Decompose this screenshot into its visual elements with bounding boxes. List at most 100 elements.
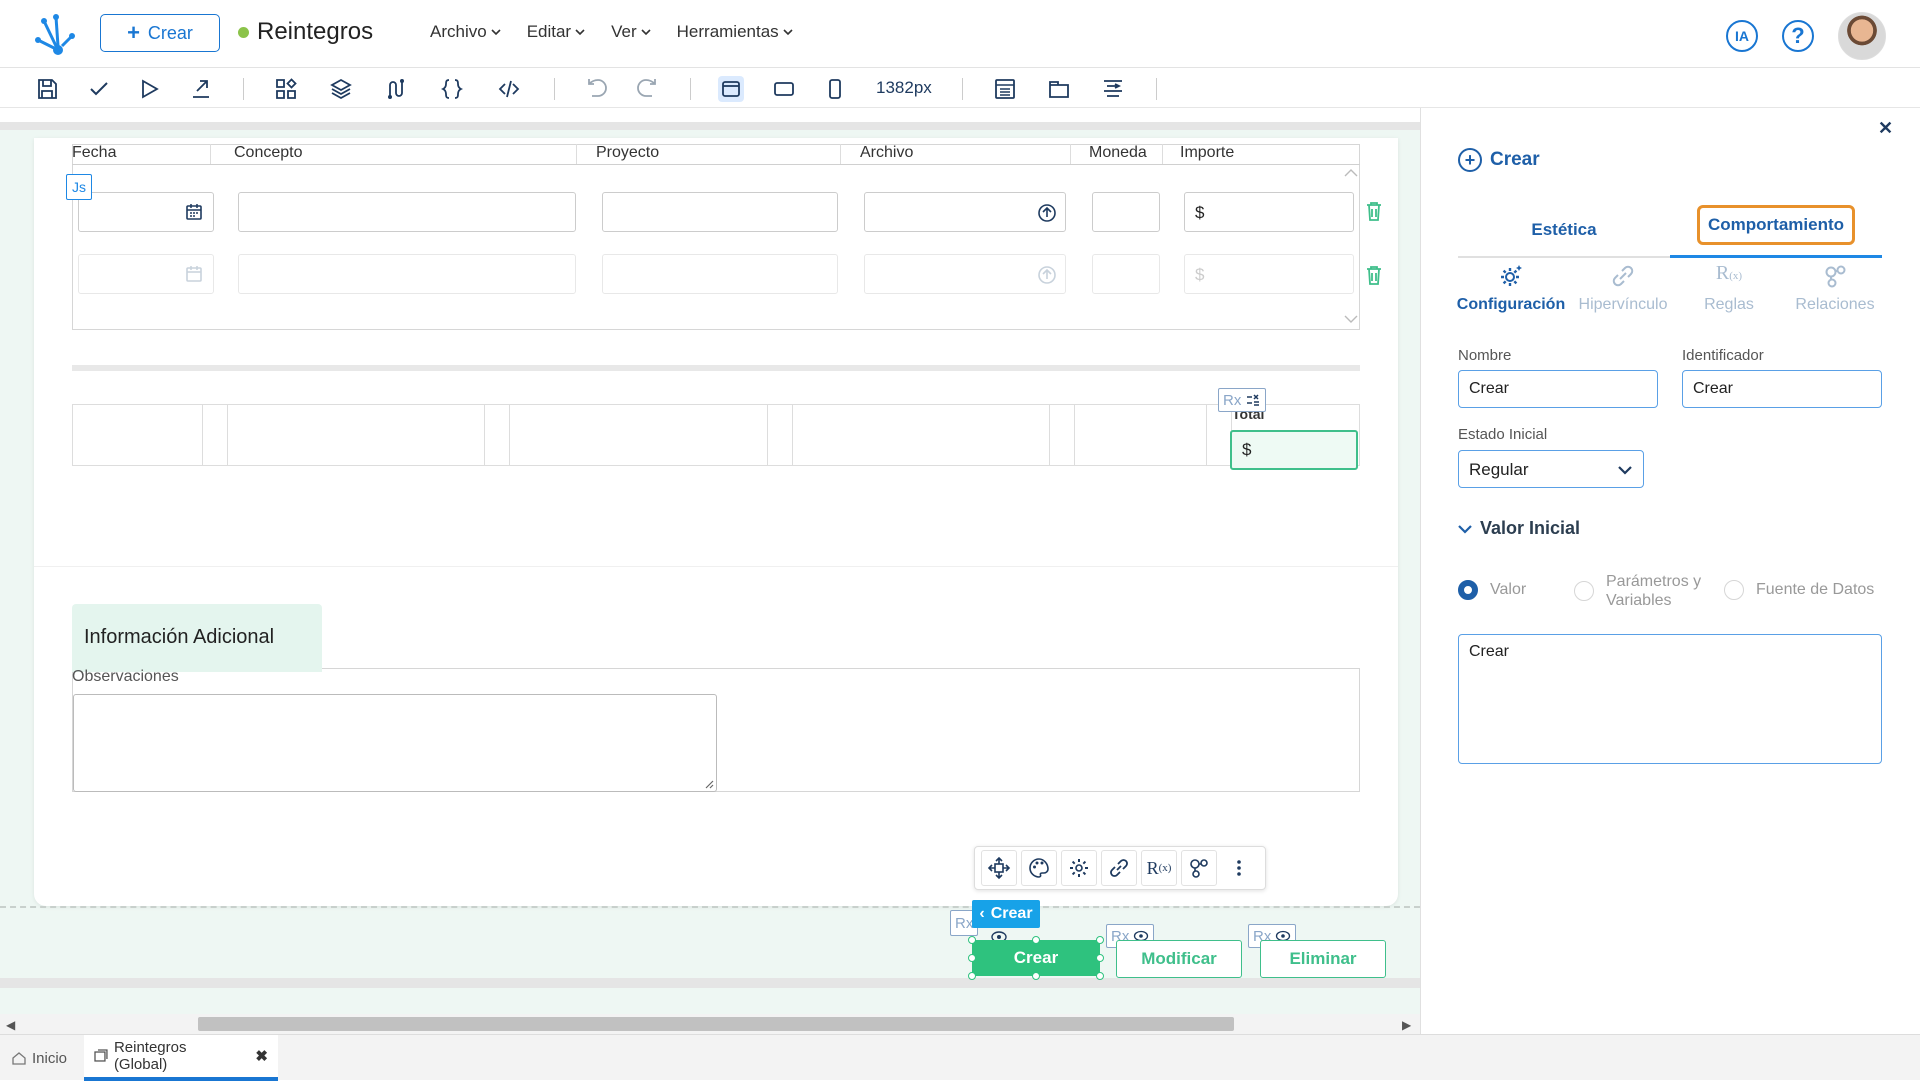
- crear-button[interactable]: Crear: [972, 940, 1100, 976]
- palette-icon[interactable]: [1021, 850, 1057, 886]
- close-panel-icon[interactable]: ✕: [1878, 118, 1893, 139]
- radio-valor[interactable]: Valor: [1458, 580, 1526, 600]
- zoom-level[interactable]: 1382px: [876, 78, 932, 98]
- help-icon[interactable]: ?: [1782, 20, 1814, 52]
- mobile-view-icon[interactable]: [822, 76, 848, 102]
- menu-archivo[interactable]: Archivo: [430, 22, 501, 42]
- project-field[interactable]: [602, 192, 838, 232]
- radio-fuente[interactable]: Fuente de Datos: [1724, 580, 1874, 600]
- play-icon[interactable]: [136, 76, 162, 102]
- editor-toolbar: [0, 68, 1920, 108]
- undo-icon[interactable]: [584, 76, 610, 102]
- move-icon[interactable]: [981, 850, 1017, 886]
- scroll-up-icon[interactable]: [1344, 168, 1358, 178]
- tab-inicio[interactable]: Inicio: [2, 1035, 77, 1081]
- currency-field-empty[interactable]: [1092, 254, 1160, 294]
- valor-textarea[interactable]: Crear: [1458, 634, 1882, 764]
- js-tag[interactable]: Js: [66, 174, 92, 200]
- col-divider: [840, 144, 841, 164]
- currency-field[interactable]: [1092, 192, 1160, 232]
- menu-editar[interactable]: Editar: [527, 22, 585, 42]
- settings-gear-icon[interactable]: [1061, 850, 1097, 886]
- modificar-button[interactable]: Modificar: [1116, 940, 1242, 978]
- ai-assistant-icon[interactable]: IA: [1726, 20, 1758, 52]
- observations-textarea[interactable]: [73, 694, 717, 792]
- valor-inicial-header[interactable]: Valor Inicial: [1458, 518, 1580, 539]
- file-upload-field[interactable]: [864, 192, 1066, 232]
- align-icon[interactable]: [1100, 76, 1126, 102]
- redo-icon[interactable]: [634, 76, 660, 102]
- calendar-icon[interactable]: [185, 203, 203, 221]
- tab-estetica[interactable]: Estética: [1458, 210, 1670, 250]
- desktop-view-icon[interactable]: [718, 76, 744, 102]
- components-icon[interactable]: [273, 76, 299, 102]
- identificador-input[interactable]: Crear: [1682, 370, 1882, 408]
- subtab-hipervinculo[interactable]: Hipervínculo: [1568, 262, 1678, 324]
- date-field-empty[interactable]: [78, 254, 214, 294]
- resize-handle[interactable]: [1096, 954, 1104, 962]
- resize-handle[interactable]: [1096, 972, 1104, 980]
- user-avatar[interactable]: [1838, 12, 1886, 60]
- nombre-input[interactable]: Crear: [1458, 370, 1658, 408]
- selected-element-tag[interactable]: ‹ Crear: [972, 900, 1040, 928]
- layers-icon[interactable]: [328, 76, 354, 102]
- date-field[interactable]: [78, 192, 214, 232]
- rule-tag[interactable]: Rx: [1218, 388, 1267, 412]
- resize-handle[interactable]: [1032, 972, 1040, 980]
- menu-ver[interactable]: Ver: [611, 22, 651, 42]
- upload-icon[interactable]: [1037, 265, 1057, 285]
- file-upload-field-empty[interactable]: [864, 254, 1066, 294]
- trash-icon[interactable]: [1364, 264, 1384, 286]
- flow-icon[interactable]: [383, 76, 409, 102]
- subtab-relaciones[interactable]: Relaciones: [1780, 262, 1890, 324]
- amount-field-empty[interactable]: $: [1184, 254, 1354, 294]
- resize-handle-icon[interactable]: [704, 779, 714, 789]
- scroll-down-icon[interactable]: [1344, 314, 1358, 324]
- code-icon[interactable]: [496, 76, 522, 102]
- concept-field[interactable]: [238, 192, 576, 232]
- scroll-right-icon[interactable]: ▶: [1402, 1018, 1411, 1032]
- export-icon[interactable]: [188, 76, 214, 102]
- rules-icon[interactable]: R (x): [1141, 850, 1177, 886]
- eliminar-button[interactable]: Eliminar: [1260, 940, 1386, 978]
- tablet-view-icon[interactable]: [771, 76, 797, 102]
- grid-header-proyecto: Proyecto: [596, 144, 660, 161]
- main-menu: Archivo Editar Ver Herramientas: [430, 22, 793, 42]
- relations-icon[interactable]: [1181, 850, 1217, 886]
- subtab-configuracion[interactable]: Configuración: [1456, 262, 1566, 324]
- total-amount-field[interactable]: $: [1230, 430, 1358, 470]
- scroll-left-icon[interactable]: ◀: [6, 1018, 15, 1032]
- horizontal-scrollbar[interactable]: ◀ ▶: [0, 1014, 1420, 1034]
- save-icon[interactable]: [34, 76, 60, 102]
- totals-row: [72, 404, 1360, 466]
- check-icon[interactable]: [86, 76, 112, 102]
- tabs-icon[interactable]: [1046, 76, 1072, 102]
- link-icon[interactable]: [1101, 850, 1137, 886]
- additional-info-title[interactable]: Información Adicional: [72, 604, 322, 672]
- identificador-label: Identificador: [1682, 347, 1764, 364]
- tab-comportamiento[interactable]: Comportamiento: [1697, 205, 1855, 245]
- project-field-empty[interactable]: [602, 254, 838, 294]
- subtab-reglas[interactable]: R(x) Reglas: [1674, 262, 1784, 324]
- more-options-icon[interactable]: [1221, 850, 1257, 886]
- upload-icon[interactable]: [1037, 203, 1057, 223]
- close-tab-icon[interactable]: ✖: [255, 1047, 268, 1065]
- app-logo-icon[interactable]: [34, 12, 78, 56]
- resize-handle[interactable]: [1096, 936, 1104, 944]
- concept-field-empty[interactable]: [238, 254, 576, 294]
- amount-field[interactable]: $: [1184, 192, 1354, 232]
- resize-handle[interactable]: [968, 936, 976, 944]
- resize-handle[interactable]: [1032, 936, 1040, 944]
- calendar-icon[interactable]: [185, 265, 203, 283]
- resize-handle[interactable]: [968, 972, 976, 980]
- estado-inicial-select[interactable]: Regular: [1458, 450, 1644, 488]
- create-button[interactable]: + Crear: [100, 14, 220, 52]
- scrollbar-thumb[interactable]: [198, 1017, 1234, 1031]
- menu-herramientas[interactable]: Herramientas: [677, 22, 793, 42]
- tab-reintegros[interactable]: Reintegros (Global) ✖: [84, 1035, 278, 1081]
- trash-icon[interactable]: [1364, 200, 1384, 222]
- braces-icon[interactable]: [439, 76, 465, 102]
- resize-handle[interactable]: [968, 954, 976, 962]
- radio-parametros[interactable]: Parámetros y Variables: [1574, 572, 1701, 610]
- form-layout-icon[interactable]: [992, 76, 1018, 102]
